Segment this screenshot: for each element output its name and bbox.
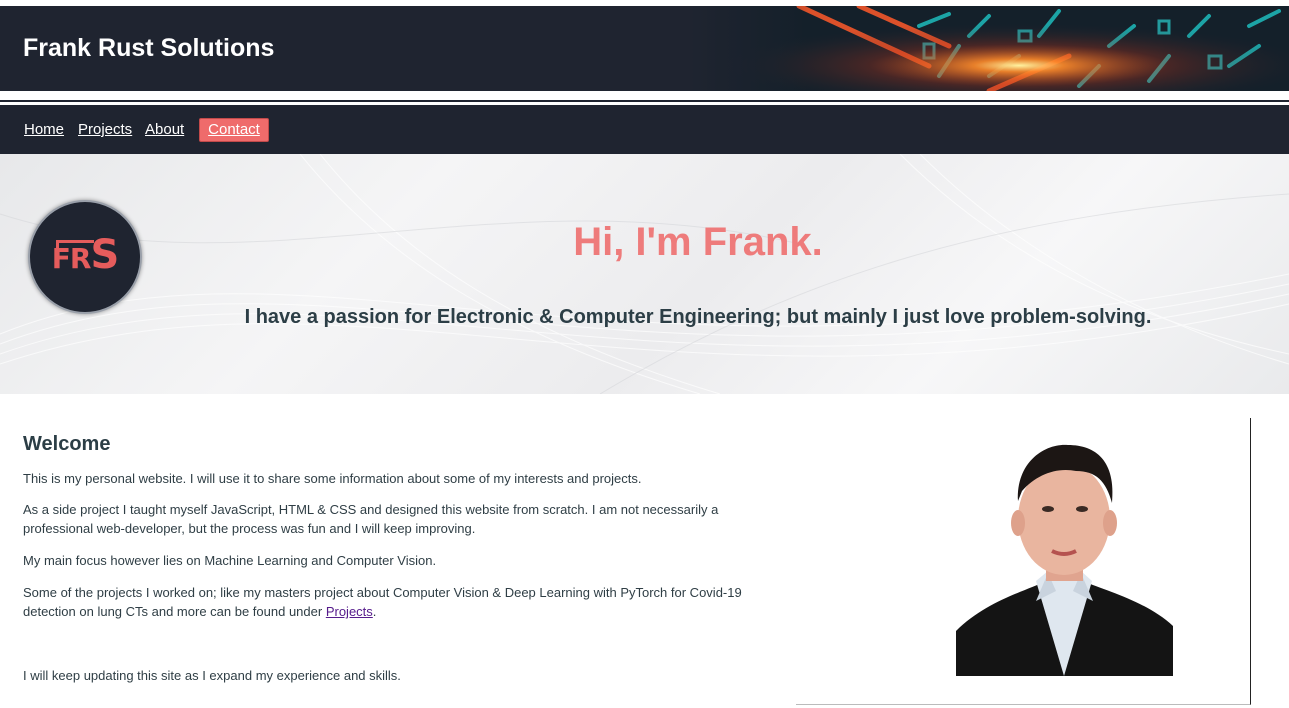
logo-letters-fr: FR [51,242,92,275]
profile-photo [956,441,1173,676]
header-divider-line [0,100,1289,102]
nav-contact-button[interactable]: Contact [199,118,269,142]
frs-logo[interactable]: FRS [28,200,142,314]
hero-background-waves [0,154,1289,394]
projects-inline-link[interactable]: Projects [326,604,373,619]
hero-title: Hi, I'm Frank. [573,220,823,264]
profile-portrait-image [956,444,1173,676]
site-title[interactable]: Frank Rust Solutions [23,34,274,63]
hero-section: FRS Hi, I'm Frank. I have a passion for … [0,154,1289,394]
paragraph-4-end: . [372,604,377,619]
hero-subtitle: I have a passion for Electronic & Comput… [244,306,1152,328]
nav-about[interactable]: About [145,121,184,138]
nav-projects[interactable]: Projects [78,121,132,138]
logo-letters-s: S [90,232,119,278]
welcome-paragraph-4: Some of the projects I worked on; like m… [23,583,743,621]
welcome-paragraph-2: As a side project I taught myself JavaSc… [23,502,719,536]
nav-home[interactable]: Home [24,121,64,138]
welcome-paragraph-3: My main focus however lies on Machine Le… [23,553,437,568]
welcome-paragraph-1: This is my personal website. I will use … [23,471,642,486]
circuit-banner-image [689,6,1289,91]
paragraph-4-text: Some of the projects I worked on; like m… [23,585,742,619]
header-divider [0,91,1289,99]
logo-letters: FRS [30,232,140,278]
main-nav: Home Projects About Contact [0,105,1289,154]
welcome-paragraph-5: I will keep updating this site as I expa… [23,668,401,683]
welcome-heading: Welcome [23,433,111,455]
site-header: Frank Rust Solutions [0,6,1289,91]
